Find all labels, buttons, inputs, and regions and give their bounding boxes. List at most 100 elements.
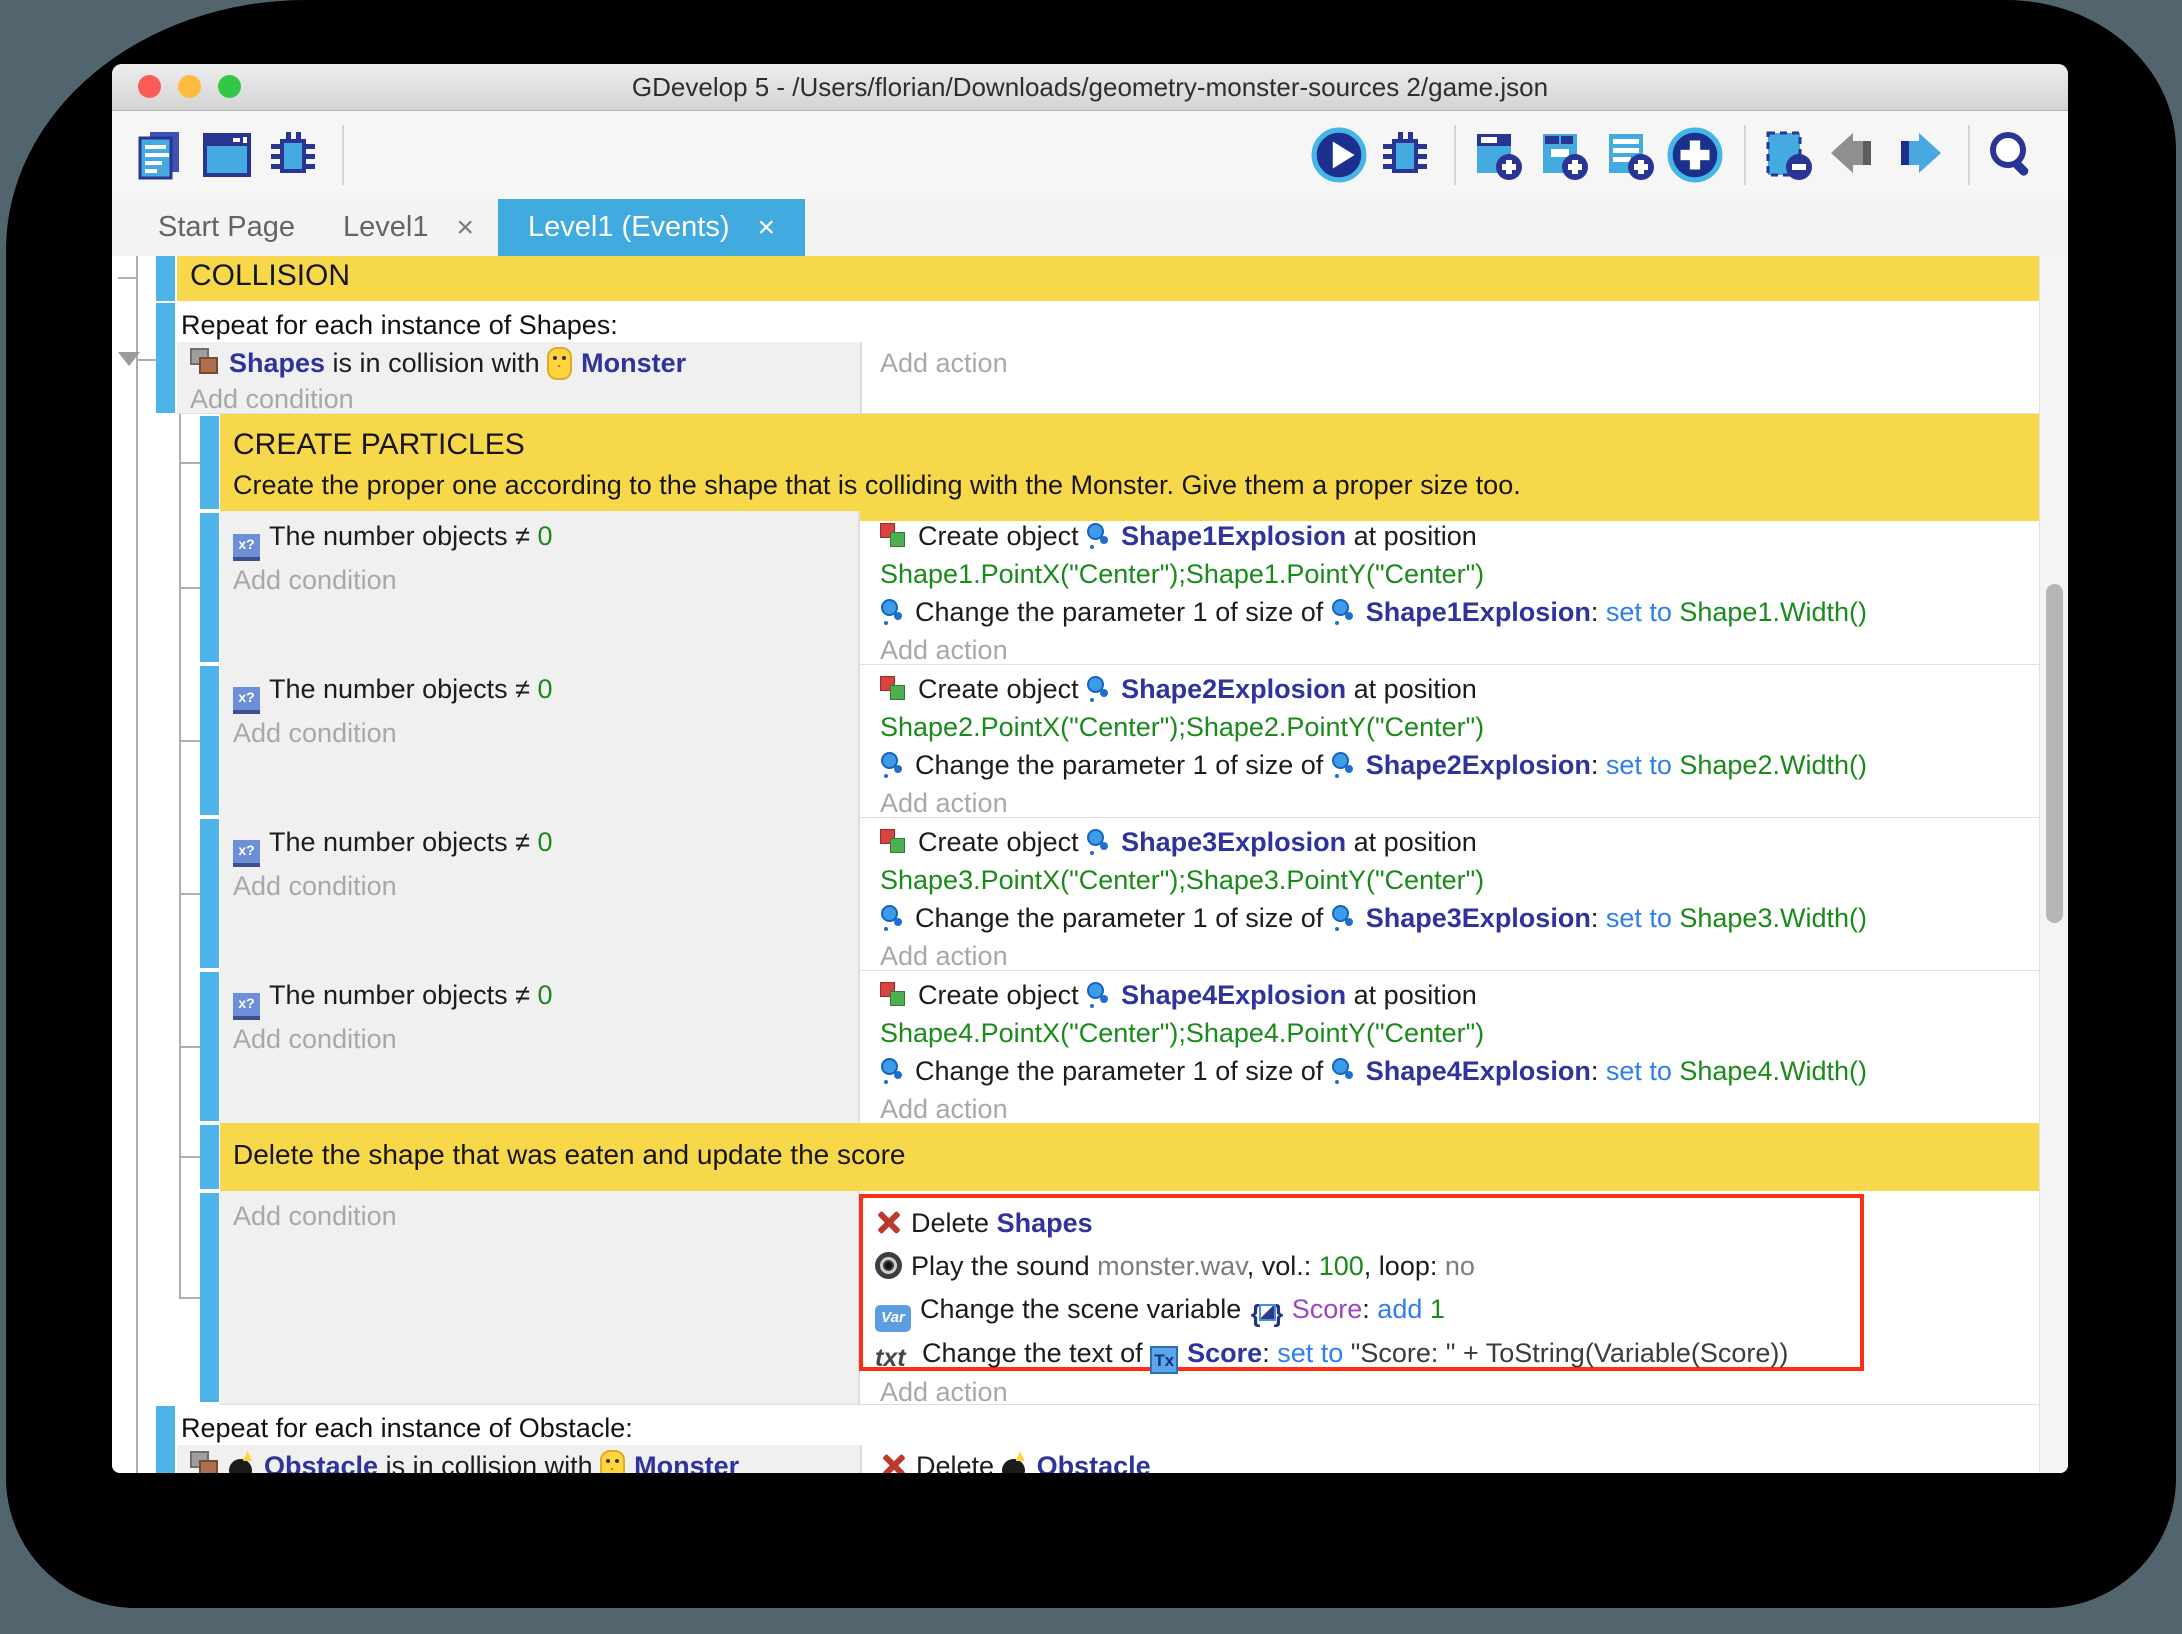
conditions-cell[interactable]: Shapes is in collision with Monster Add … bbox=[177, 342, 862, 413]
add-action-link[interactable]: Add action bbox=[880, 345, 2012, 381]
comment-create-particles[interactable]: CREATE PARTICLES Create the proper one a… bbox=[220, 414, 2053, 521]
undo-button[interactable] bbox=[1824, 126, 1882, 184]
action-line[interactable]: Shape1.PointX("Center");Shape1.PointY("C… bbox=[880, 555, 2012, 593]
score-event[interactable]: Add condition Delete Shapes Play the sou… bbox=[220, 1191, 2040, 1405]
add-condition-link[interactable]: Add condition bbox=[233, 1020, 858, 1058]
close-button[interactable] bbox=[138, 75, 161, 98]
action-line[interactable]: Create object Shape4Explosion at positio… bbox=[880, 976, 2012, 1014]
actions-cell[interactable]: Delete Obstacle bbox=[865, 1445, 2012, 1473]
condition-line[interactable]: x?The number objects ≠ 0 bbox=[233, 976, 858, 1020]
actions-cell[interactable]: Create object Shape3Explosion at positio… bbox=[865, 817, 2012, 970]
actions-cell[interactable]: Create object Shape2Explosion at positio… bbox=[865, 664, 2012, 817]
conditions-cell[interactable]: Add condition bbox=[220, 1191, 860, 1404]
shape1-event[interactable]: x?The number objects ≠ 0 Add condition C… bbox=[220, 511, 2040, 665]
tab-level1[interactable]: Level1 × bbox=[319, 199, 498, 256]
conditions-cell[interactable]: x?The number objects ≠ 0 Add condition bbox=[220, 664, 860, 817]
add-action-link[interactable]: Add action bbox=[880, 937, 2012, 971]
actions-cell[interactable]: Create object Shape4Explosion at positio… bbox=[865, 970, 2012, 1123]
scene-editor-button[interactable] bbox=[198, 126, 256, 184]
tab-start-page[interactable]: Start Page bbox=[134, 199, 319, 256]
action-line[interactable]: Delete Obstacle bbox=[880, 1447, 2012, 1473]
zoom-button[interactable] bbox=[218, 75, 241, 98]
remove-event-button[interactable] bbox=[1758, 126, 1816, 184]
add-condition-link[interactable]: Add condition bbox=[233, 1197, 858, 1235]
text-segment: : bbox=[1591, 597, 1606, 627]
actions-cell[interactable]: Create object Shape1Explosion at positio… bbox=[865, 511, 2012, 664]
text-segment: Create object bbox=[918, 521, 1086, 551]
add-subevent-button[interactable] bbox=[1534, 126, 1592, 184]
shape4-event[interactable]: x?The number objects ≠ 0 Add condition C… bbox=[220, 970, 2040, 1124]
debugger-button[interactable] bbox=[264, 126, 322, 184]
tree-tick bbox=[118, 277, 136, 279]
comment-collision[interactable]: COLLISION bbox=[177, 256, 2053, 301]
play-button[interactable] bbox=[1310, 126, 1368, 184]
condition-line[interactable]: x?The number objects ≠ 0 bbox=[233, 823, 858, 867]
shape2-event[interactable]: x?The number objects ≠ 0 Add condition C… bbox=[220, 664, 2040, 818]
action-line[interactable]: txtChange the text of TxScore: set to "S… bbox=[875, 1332, 1860, 1375]
add-new-event-button[interactable] bbox=[1666, 126, 1724, 184]
text-segment: at position bbox=[1346, 827, 1477, 857]
action-line[interactable]: Change the parameter 1 of size of Shape2… bbox=[880, 746, 2012, 784]
action-line[interactable]: Change the parameter 1 of size of Shape3… bbox=[880, 899, 2012, 937]
redo-icon bbox=[1891, 127, 1947, 183]
action-line[interactable]: Shape2.PointX("Center");Shape2.PointY("C… bbox=[880, 708, 2012, 746]
condition-line[interactable]: Shapes is in collision with Monster bbox=[190, 345, 860, 381]
action-line[interactable]: Shape4.PointX("Center");Shape4.PointY("C… bbox=[880, 1014, 2012, 1052]
project-manager-button[interactable] bbox=[132, 126, 190, 184]
condition-line[interactable]: Obstacle is in collision with Monster bbox=[190, 1447, 860, 1473]
text-segment: at position bbox=[1346, 521, 1477, 551]
minimize-button[interactable] bbox=[178, 75, 201, 98]
event-highlight-bar bbox=[200, 513, 219, 662]
shape3-event[interactable]: x?The number objects ≠ 0 Add condition C… bbox=[220, 817, 2040, 971]
add-event-button[interactable] bbox=[1468, 126, 1526, 184]
collapse-arrow-icon[interactable] bbox=[118, 352, 140, 366]
condition-line[interactable]: x?The number objects ≠ 0 bbox=[233, 670, 858, 714]
conditions-cell[interactable]: Obstacle is in collision with Monster bbox=[177, 1445, 862, 1473]
add-action-link[interactable]: Add action bbox=[880, 1090, 2012, 1124]
comment-delete-score[interactable]: Delete the shape that was eaten and upda… bbox=[220, 1123, 2053, 1191]
conditions-cell[interactable]: x?The number objects ≠ 0 Add condition bbox=[220, 817, 860, 970]
tab-close-icon[interactable]: × bbox=[758, 211, 776, 245]
text-segment: 1 bbox=[1430, 1294, 1445, 1324]
add-condition-link[interactable]: Add condition bbox=[233, 561, 858, 599]
condition-line[interactable]: x?The number objects ≠ 0 bbox=[233, 517, 858, 561]
count-icon: x? bbox=[233, 534, 260, 561]
redo-button[interactable] bbox=[1890, 126, 1948, 184]
debug-button[interactable] bbox=[1376, 126, 1434, 184]
repeat-shapes-event[interactable]: Repeat for each instance of Shapes: Shap… bbox=[177, 301, 2040, 414]
text-segment: Delete bbox=[916, 1451, 1002, 1473]
text-segment: monster.wav bbox=[1097, 1251, 1247, 1281]
action-line[interactable]: Create object Shape3Explosion at positio… bbox=[880, 823, 2012, 861]
add-action-link[interactable]: Add action bbox=[880, 631, 2012, 665]
add-condition-link[interactable]: Add condition bbox=[233, 714, 858, 752]
conditions-cell[interactable]: x?The number objects ≠ 0 Add condition bbox=[220, 511, 860, 664]
action-line[interactable]: Create object Shape2Explosion at positio… bbox=[880, 670, 2012, 708]
add-event-icon bbox=[1469, 127, 1525, 183]
action-line[interactable]: Change the parameter 1 of size of Shape1… bbox=[880, 593, 2012, 631]
tab-level1-events[interactable]: Level1 (Events) × bbox=[498, 199, 805, 256]
add-condition-link[interactable]: Add condition bbox=[190, 381, 860, 414]
action-line[interactable]: Play the sound monster.wav, vol.: 100, l… bbox=[875, 1245, 1860, 1288]
add-action-link[interactable]: Add action bbox=[880, 784, 2012, 818]
toolbar bbox=[112, 111, 2068, 199]
action-line[interactable]: Shape3.PointX("Center");Shape3.PointY("C… bbox=[880, 861, 2012, 899]
tab-close-icon[interactable]: × bbox=[457, 211, 475, 245]
toolbar-separator bbox=[342, 125, 344, 185]
repeat-obstacle-event[interactable]: Repeat for each instance of Obstacle: Ob… bbox=[177, 1404, 2040, 1473]
add-action-link[interactable]: Add action bbox=[880, 1373, 1008, 1405]
event-highlight-bar bbox=[200, 819, 219, 968]
action-line[interactable]: Change the parameter 1 of size of Shape4… bbox=[880, 1052, 2012, 1090]
title-bar[interactable]: GDevelop 5 - /Users/florian/Downloads/ge… bbox=[112, 64, 2068, 111]
tab-bar: Start Page Level1 × Level1 (Events) × bbox=[112, 199, 2068, 256]
add-condition-link[interactable]: Add condition bbox=[233, 867, 858, 905]
conditions-cell[interactable]: x?The number objects ≠ 0 Add condition bbox=[220, 970, 860, 1123]
scrollbar-thumb[interactable] bbox=[2046, 584, 2063, 923]
action-line[interactable]: Create object Shape1Explosion at positio… bbox=[880, 517, 2012, 555]
actions-cell[interactable]: Add action bbox=[865, 342, 2012, 413]
action-line[interactable]: Delete Shapes bbox=[875, 1202, 1860, 1245]
add-comment-button[interactable] bbox=[1600, 126, 1658, 184]
event-highlight-bar bbox=[200, 416, 219, 509]
tab-label: Start Page bbox=[158, 211, 295, 244]
search-button[interactable] bbox=[1982, 126, 2040, 184]
action-line[interactable]: VarChange the scene variable {}Score: ad… bbox=[875, 1288, 1860, 1332]
